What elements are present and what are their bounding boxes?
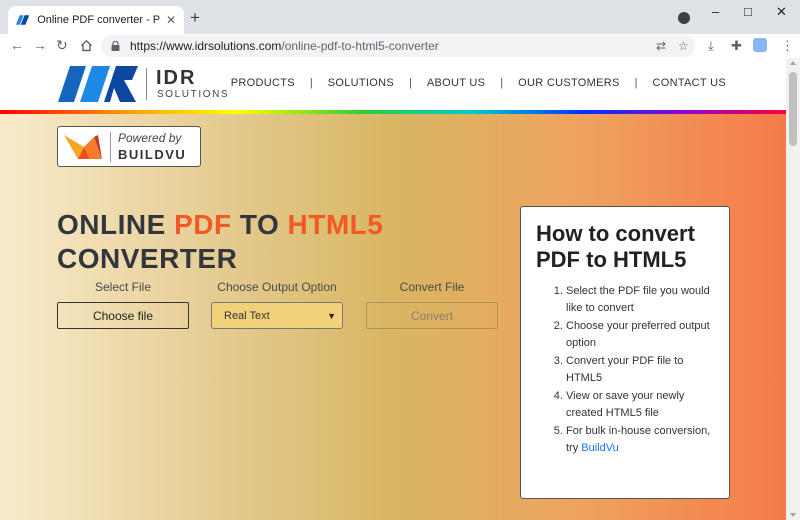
powered-by-buildvu-badge[interactable]: Powered by BUILDVU: [57, 126, 201, 167]
title-word: CONVERTER: [57, 243, 238, 274]
back-icon[interactable]: ←: [10, 37, 24, 53]
buildvu-logo-icon: [64, 135, 102, 159]
scrollbar-thumb[interactable]: [789, 72, 797, 146]
select-file-step: Select File Choose file: [57, 280, 189, 329]
how-to-step: Convert your PDF file to HTML5: [566, 353, 715, 387]
output-option-value: Real Text: [224, 309, 270, 322]
address-bar[interactable]: https://www.idrsolutions.com/online-pdf-…: [101, 35, 695, 57]
page-title: ONLINE PDF TO HTML5 CONVERTER: [57, 208, 497, 276]
logo-wordmark: IDR: [156, 67, 197, 89]
page-scrollbar[interactable]: [786, 58, 800, 520]
idr-favicon-icon: [16, 15, 30, 25]
profile-indicator-icon[interactable]: [678, 12, 690, 24]
close-icon[interactable]: ✕: [166, 13, 176, 27]
home-icon[interactable]: [80, 39, 93, 52]
tab-strip: Online PDF converter - PDF to HTML5 ✕ + …: [0, 0, 800, 34]
url-host: https://www.idrsolutions.com: [130, 39, 282, 53]
nav-separator: |: [500, 77, 504, 89]
title-word: ONLINE: [57, 209, 166, 240]
window-close-icon[interactable]: ✕: [776, 4, 787, 20]
star-icon[interactable]: ☆: [678, 39, 689, 53]
chevron-down-icon: ▼: [327, 310, 336, 321]
browser-toolbar: ← → ↻ https://www.idrsolutions.com/onlin…: [0, 34, 800, 58]
choose-file-button[interactable]: Choose file: [57, 302, 189, 329]
profile-avatar-icon[interactable]: [753, 38, 767, 52]
badge-divider: [110, 132, 111, 162]
plus-icon[interactable]: +: [190, 9, 200, 26]
output-option-label: Choose Output Option: [217, 280, 337, 294]
convert-button[interactable]: Convert: [366, 302, 498, 329]
nav-separator: |: [309, 77, 313, 89]
forward-icon[interactable]: →: [33, 37, 47, 53]
how-to-step: Select the PDF file you would like to co…: [566, 283, 715, 317]
reload-icon[interactable]: ↻: [56, 37, 68, 53]
nav-products[interactable]: PRODUCTS: [231, 77, 295, 89]
output-option-select[interactable]: Real Text ▼: [211, 302, 343, 329]
translate-icon[interactable]: ⇄: [656, 39, 666, 53]
how-to-step: View or save your newly created HTML5 fi…: [566, 388, 715, 422]
logo-tagline: SOLUTIONS: [157, 89, 230, 100]
minimize-icon[interactable]: –: [712, 4, 719, 19]
lock-icon: [111, 41, 120, 51]
url-path: /online-pdf-to-html5-converter: [281, 39, 439, 53]
download-icon[interactable]: ⤓: [708, 38, 714, 54]
convert-file-label: Convert File: [399, 280, 465, 294]
page-viewport: IDR SOLUTIONS PRODUCTS | SOLUTIONS | ABO…: [0, 58, 786, 520]
how-to-title: How to convert PDF to HTML5: [536, 221, 695, 272]
nav-separator: |: [409, 77, 412, 89]
select-file-label: Select File: [94, 280, 152, 294]
title-word-highlight: PDF: [174, 209, 232, 240]
nav-contact-us[interactable]: CONTACT US: [653, 77, 727, 89]
idr-logo[interactable]: IDR SOLUTIONS: [58, 66, 238, 102]
nav-solutions[interactable]: SOLUTIONS: [328, 77, 394, 89]
convert-file-step: Convert File Convert: [366, 280, 498, 329]
nav-about-us[interactable]: ABOUT US: [427, 77, 485, 89]
nav-our-customers[interactable]: OUR CUSTOMERS: [518, 77, 619, 89]
main-nav: PRODUCTS | SOLUTIONS | ABOUT US | OUR CU…: [231, 77, 726, 89]
site-header: IDR SOLUTIONS PRODUCTS | SOLUTIONS | ABO…: [0, 58, 786, 110]
scroll-up-arrow-icon[interactable]: [790, 61, 796, 65]
tab-title: Online PDF converter - PDF to HTML5: [37, 14, 160, 26]
extensions-icon[interactable]: ✚: [731, 38, 742, 54]
title-word: TO: [239, 209, 280, 240]
nav-separator: |: [634, 77, 638, 89]
title-word-highlight: HTML5: [287, 209, 384, 240]
logo-divider: [146, 68, 147, 100]
badge-product-text: BUILDVU: [118, 147, 187, 162]
maximize-icon[interactable]: □: [744, 4, 752, 19]
buildvu-link[interactable]: BuildVu: [581, 442, 619, 454]
menu-dots-icon[interactable]: ⋮: [781, 38, 794, 54]
browser-tab[interactable]: Online PDF converter - PDF to HTML5 ✕: [8, 6, 184, 34]
how-to-step: Choose your preferred output option: [566, 318, 715, 352]
scroll-down-arrow-icon[interactable]: [790, 513, 796, 517]
how-to-step: For bulk in-house conversion, try BuildV…: [566, 423, 715, 457]
hero-section: Powered by BUILDVU ONLINE PDF TO HTML5 C…: [0, 114, 786, 520]
idr-logo-mark-icon: [58, 66, 138, 102]
badge-powered-text: Powered by: [118, 131, 182, 145]
output-option-step: Choose Output Option Real Text ▼: [211, 280, 343, 329]
how-to-card: How to convert PDF to HTML5 Select the P…: [520, 206, 730, 499]
how-to-steps: Select the PDF file you would like to co…: [536, 283, 715, 457]
